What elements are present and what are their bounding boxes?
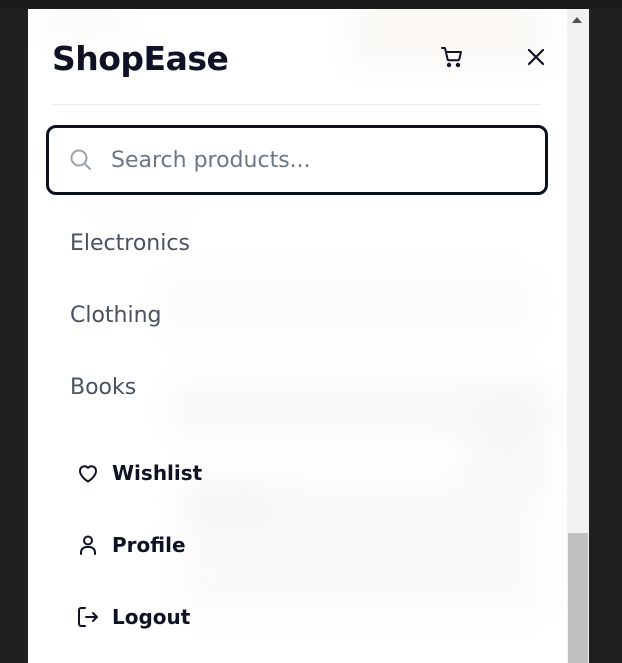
profile-label: Profile [112,533,186,557]
logout-link[interactable]: Logout [76,602,190,632]
profile-link[interactable]: Profile [76,530,186,560]
scrollbar-thumb[interactable] [568,533,588,663]
heart-icon [79,465,97,483]
logout-icon [78,607,98,627]
drawer-header: ShopEase [52,27,545,105]
wishlist-label: Wishlist [112,461,203,485]
window-top-edge [0,0,622,9]
search-icon [70,149,91,170]
scroll-up-arrow-icon[interactable] [572,17,582,23]
wishlist-link[interactable]: Wishlist [76,458,202,488]
cart-button[interactable] [435,40,469,74]
brand-logo[interactable]: ShopEase [52,39,229,78]
mobile-menu-drawer: ShopEase Electronics Clothing Books Wish… [28,9,567,663]
page-right-background [589,9,622,663]
category-link-clothing[interactable]: Clothing [70,303,162,328]
search-input[interactable] [111,140,531,180]
category-link-electronics[interactable]: Electronics [70,231,190,256]
logout-label: Logout [112,605,191,629]
vertical-scrollbar[interactable] [567,9,589,663]
shopping-cart-icon [441,47,462,68]
search-box [46,125,548,195]
category-link-books[interactable]: Books [70,375,136,400]
page-left-background [0,9,28,663]
drawer-backdrop [28,9,567,663]
user-icon [80,535,96,555]
close-icon [527,48,545,66]
close-menu-button[interactable] [519,40,553,74]
